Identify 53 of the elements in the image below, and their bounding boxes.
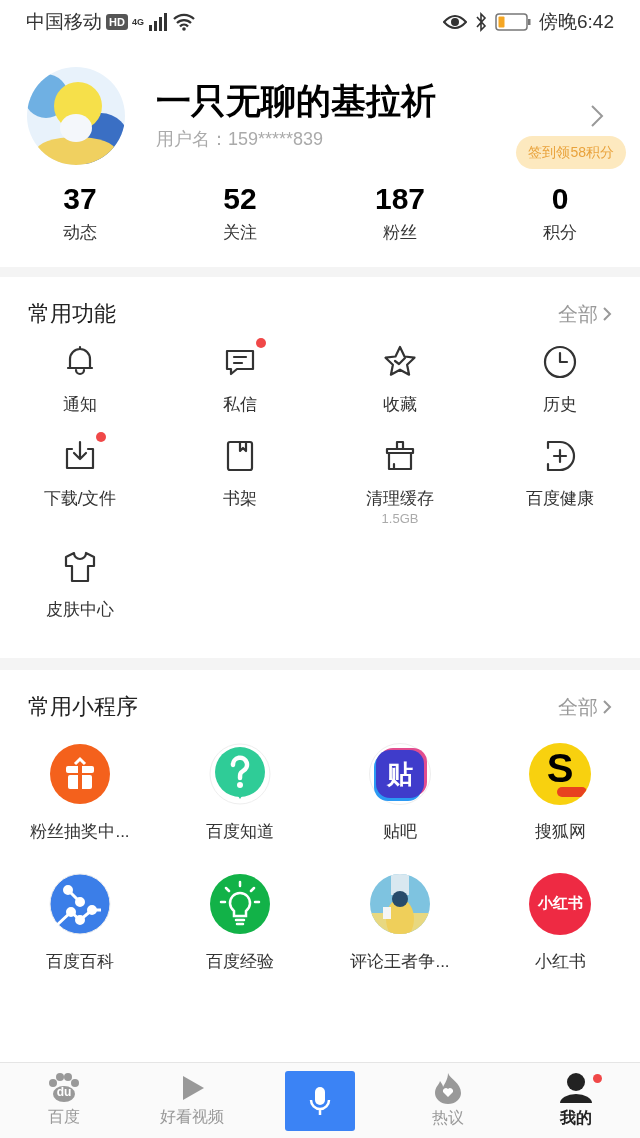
paw-logo: du: [47, 1072, 81, 1103]
hd-badge: HD: [106, 14, 128, 30]
stat-label: 积分: [543, 221, 577, 244]
battery-icon: [495, 13, 531, 31]
stat-label: 粉丝: [383, 221, 417, 244]
stat-count[interactable]: 187: [374, 180, 426, 218]
eye-icon: [443, 14, 467, 30]
feature-item[interactable]: 历史: [480, 342, 640, 418]
feature-item[interactable]: 皮肤中心: [0, 546, 160, 622]
feature-item[interactable]: 下载/文件: [0, 435, 160, 529]
chevron-right-icon: [602, 698, 612, 715]
signal-icon: [147, 13, 168, 31]
stat-count[interactable]: 0: [551, 180, 569, 218]
chevron-right-icon: [602, 305, 612, 322]
question-bubble-icon: [209, 743, 271, 805]
mini-program-item[interactable]: 百度知道: [160, 743, 320, 845]
mini-program-item[interactable]: 小红书 小红书: [480, 872, 640, 974]
xiaohongshu-logo: 小红书: [529, 872, 591, 935]
feature-item[interactable]: 通知: [0, 342, 160, 418]
microphone-icon: [307, 1084, 333, 1117]
mini-program-item[interactable]: 百度百科: [0, 872, 160, 974]
user-nickname: 一只无聊的基拉祈: [156, 79, 437, 122]
mini-program-item[interactable]: 粉丝抽奖中...: [0, 743, 160, 845]
feature-item[interactable]: 收藏: [320, 342, 480, 418]
stat-count[interactable]: 52: [223, 180, 257, 218]
flame-heart-icon: [433, 1071, 463, 1104]
stat-label: 动态: [63, 221, 97, 244]
chevron-right-icon[interactable]: [590, 104, 604, 128]
username-text: 用户名：159*****839: [156, 128, 324, 152]
feature-item[interactable]: 书架: [160, 435, 320, 529]
tab-item[interactable]: 我的: [512, 1071, 640, 1130]
lightbulb-icon: [209, 872, 271, 935]
carrier-name: 中国移动: [26, 9, 102, 34]
wifi-icon: [171, 13, 196, 31]
person-icon: [559, 1071, 593, 1104]
mini-program-item[interactable]: S 搜狐网: [480, 743, 640, 845]
feature-item[interactable]: 百度健康: [480, 435, 640, 529]
tieba-logo: 贴: [369, 743, 431, 805]
gift-icon: [49, 743, 111, 805]
stat-count[interactable]: 37: [63, 180, 97, 218]
section-title: 常用功能: [28, 300, 116, 328]
clock-time: 傍晚6:42: [539, 9, 614, 34]
mini-program-item[interactable]: 百度经验: [160, 872, 320, 974]
bluetooth-icon: [475, 12, 487, 32]
mini-program-item[interactable]: 贴 贴吧: [320, 743, 480, 845]
stat-label: 关注: [223, 221, 257, 244]
voice-search-button[interactable]: [285, 1070, 355, 1131]
feature-item[interactable]: 私信: [160, 342, 320, 418]
mini-program-item[interactable]: 评论王者争...: [320, 872, 480, 974]
feature-item[interactable]: 清理缓存 1.5GB: [320, 435, 480, 529]
section-title: 常用小程序: [28, 693, 138, 721]
network-type: 4G: [131, 15, 144, 29]
sohu-logo: S: [529, 743, 591, 805]
